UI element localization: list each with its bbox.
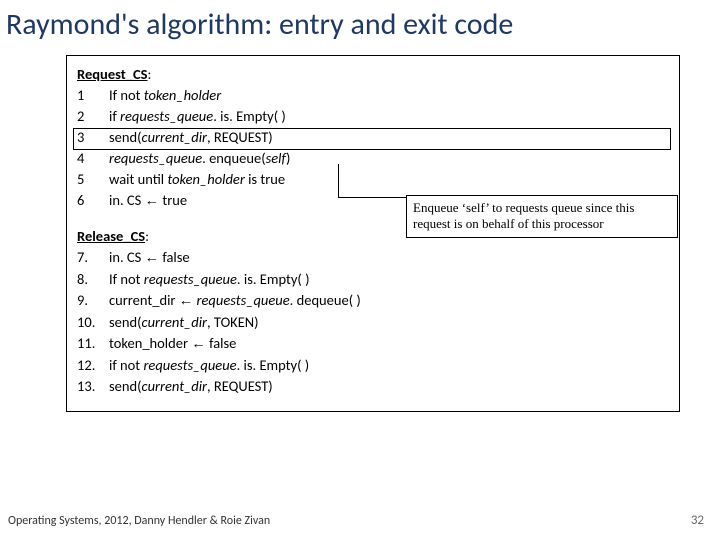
slide-title: Raymond's algorithm: entry and exit code [0,0,720,55]
colon: : [148,65,152,83]
line-num: 1 [77,85,109,106]
code-text: token_holder [109,334,191,352]
arrow-icon: ← [145,250,160,266]
code-ital: requests_queue [197,291,290,309]
request-heading: Request_CS [77,65,148,83]
code-line: 9.current_dir ← requests_queue. dequeue(… [77,290,361,312]
line-num: 12. [77,355,109,376]
code-text: , REQUEST) [207,377,273,395]
colon: : [145,227,149,245]
code-ital: self [266,149,286,167]
line-num: 9. [77,290,109,312]
code-text: false [159,248,190,266]
code-ital: requests_queue [120,107,213,125]
arrow-icon: ← [179,293,194,309]
code-text: If not [109,86,144,104]
code-line: 8.If not requests_queue. is. Empty( ) [77,269,361,290]
code-ital: token_holder [167,170,244,188]
footer-text: Operating Systems, 2012, Danny Hendler &… [8,514,270,528]
code-line: 3send(current_dir, REQUEST) [77,127,290,148]
code-text: , TOKEN) [207,313,259,331]
code-line: 7.in. CS ← false [77,247,361,269]
code-line: 10.send(current_dir, TOKEN) [77,312,361,333]
code-ital: requests_queue [143,356,236,374]
line-num: 5 [77,169,109,190]
code-ital: current_dir [142,313,208,331]
line-num: 13. [77,376,109,397]
code-text: send( [109,128,142,146]
code-ital: requests_queue [109,149,202,167]
code-ital: token_holder [144,86,221,104]
code-text: , REQUEST) [207,128,273,146]
code-line: 13.send(current_dir, REQUEST) [77,376,361,397]
code-text: ) [286,149,290,167]
code-ital: current_dir [142,377,208,395]
code-text: if not [109,356,143,374]
code-text: . enqueue( [202,149,265,167]
code-text: false [206,334,237,352]
callout-leader-horizontal [338,197,406,198]
line-num: 3 [77,127,109,148]
code-text: send( [109,313,142,331]
line-num: 2 [77,106,109,127]
code-text: in. CS [109,191,145,209]
callout-box: Enqueue ‘self’ to requests queue since t… [406,195,678,238]
code-text: . is. Empty( ) [237,270,310,288]
line-num: 11. [77,333,109,355]
code-text: . dequeue( ) [290,291,361,309]
line-num: 7. [77,247,109,269]
code-line: 1If not token_holder [77,85,290,106]
code-ital: current_dir [142,128,208,146]
code-text: . is. Empty( ) [237,356,310,374]
callout-leader-vertical [338,164,339,198]
code-line: 4requests_queue. enqueue(self) [77,148,290,169]
code-text: If not [109,270,144,288]
line-num: 4 [77,148,109,169]
code-line: 2if requests_queue. is. Empty( ) [77,106,290,127]
line-num: 8. [77,269,109,290]
code-text: . is. Empty( ) [213,107,286,125]
code-ital: requests_queue [144,270,237,288]
code-text: true [159,191,187,209]
code-line: 5wait until token_holder is true [77,169,290,190]
page-number: 32 [691,513,704,528]
line-num: 6 [77,190,109,212]
code-text: wait until [109,170,167,188]
arrow-icon: ← [145,193,160,209]
code-text: send( [109,377,142,395]
code-line: 11.token_holder ← false [77,333,361,355]
code-text: is true [245,170,285,188]
line-num: 10. [77,312,109,333]
release-lines: 7.in. CS ← false 8.If not requests_queue… [77,247,361,397]
code-text: if [109,107,120,125]
code-line: 12.if not requests_queue. is. Empty( ) [77,355,361,376]
request-lines: 1If not token_holder 2if requests_queue.… [77,85,290,212]
code-text: in. CS [109,248,145,266]
arrow-icon: ← [191,336,206,352]
code-line: 6in. CS ← true [77,190,290,212]
code-text: current_dir [109,291,179,309]
release-heading: Release_CS [77,227,145,245]
